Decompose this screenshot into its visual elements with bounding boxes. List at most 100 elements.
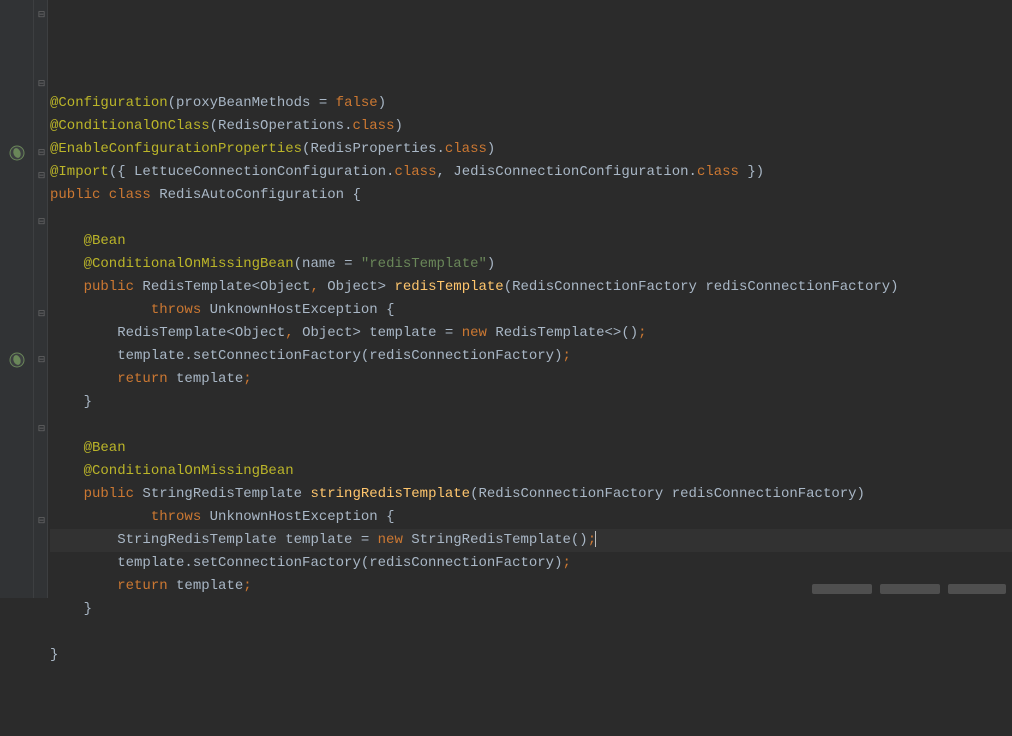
code-token: UnknownHostException (210, 509, 386, 525)
code-token: ({ LettuceConnectionConfiguration. (109, 164, 395, 180)
code-token: { (386, 302, 394, 318)
code-token: ( (168, 95, 176, 111)
code-token: StringRedisTemplate (142, 486, 310, 502)
code-token: name (302, 256, 344, 272)
code-line[interactable]: @ConditionalOnMissingBean (50, 460, 1012, 483)
code-token: class (394, 164, 436, 180)
code-token: ( (294, 256, 302, 272)
code-token: @Configuration (50, 95, 168, 111)
fold-toggle-icon[interactable]: ⊟ (37, 11, 46, 20)
code-line[interactable]: RedisTemplate<Object, Object> template =… (50, 322, 1012, 345)
fold-toggle-icon[interactable]: ⊟ (37, 425, 46, 434)
scrollbar-thumb[interactable] (880, 584, 940, 594)
code-token: @Import (50, 164, 109, 180)
code-token: StringRedisTemplate template = (50, 532, 378, 548)
code-line[interactable]: @Bean (50, 230, 1012, 253)
code-line[interactable]: return template; (50, 368, 1012, 391)
code-token: = (319, 95, 336, 111)
fold-toggle-icon[interactable]: ⊟ (37, 80, 46, 89)
code-token: public (50, 279, 142, 295)
code-token: ; (562, 555, 570, 571)
code-line[interactable]: public StringRedisTemplate stringRedisTe… (50, 483, 1012, 506)
code-token: , (310, 279, 327, 295)
code-line[interactable]: @Import({ LettuceConnectionConfiguration… (50, 161, 1012, 184)
scrollbar-thumb[interactable] (812, 584, 872, 594)
code-line[interactable]: @ConditionalOnMissingBean(name = "redisT… (50, 253, 1012, 276)
code-line[interactable]: } (50, 598, 1012, 621)
code-line[interactable]: } (50, 391, 1012, 414)
fold-toggle-icon[interactable]: ⊟ (37, 218, 46, 227)
code-token: ) (487, 256, 495, 272)
code-token: ; (562, 348, 570, 364)
code-token: Object> (327, 279, 394, 295)
code-token: false (336, 95, 378, 111)
code-token: "redisTemplate" (361, 256, 487, 272)
scrollbar-thumb[interactable] (948, 584, 1006, 594)
code-token: @Bean (50, 440, 126, 456)
code-line[interactable]: public class RedisAutoConfiguration { (50, 184, 1012, 207)
code-token: ; (243, 371, 251, 387)
code-token: @ConditionalOnClass (50, 118, 210, 134)
code-token: class (697, 164, 739, 180)
fold-toggle-icon[interactable]: ⊟ (37, 172, 46, 181)
code-token: class (445, 141, 487, 157)
code-token: RedisAutoConfiguration (159, 187, 352, 203)
code-token: ) (378, 95, 386, 111)
code-line[interactable] (50, 207, 1012, 230)
code-line[interactable]: @EnableConfigurationProperties(RedisProp… (50, 138, 1012, 161)
code-token: return (50, 578, 176, 594)
code-line[interactable]: StringRedisTemplate template = new Strin… (50, 529, 1012, 552)
code-line[interactable]: @ConditionalOnClass(RedisOperations.clas… (50, 115, 1012, 138)
code-token: throws (50, 509, 210, 525)
bean-icon[interactable] (8, 144, 26, 162)
code-token: { (352, 187, 360, 203)
code-line[interactable]: public RedisTemplate<Object, Object> red… (50, 276, 1012, 299)
code-token: ) (487, 141, 495, 157)
code-token: } (50, 394, 92, 410)
code-token: @ConditionalOnMissingBean (50, 256, 294, 272)
code-line[interactable]: template.setConnectionFactory(redisConne… (50, 345, 1012, 368)
code-line[interactable]: template.setConnectionFactory(redisConne… (50, 552, 1012, 575)
fold-toggle-icon[interactable]: ⊟ (37, 149, 46, 158)
code-line[interactable]: @Configuration(proxyBeanMethods = false) (50, 92, 1012, 115)
code-token: { (386, 509, 394, 525)
fold-toggle-icon[interactable]: ⊟ (37, 310, 46, 319)
code-token: , (285, 325, 302, 341)
code-line[interactable]: throws UnknownHostException { (50, 506, 1012, 529)
code-token: @Bean (50, 233, 126, 249)
code-token: = (344, 256, 361, 272)
fold-toggle-icon[interactable]: ⊟ (37, 356, 46, 365)
code-token: , (436, 164, 453, 180)
code-line[interactable]: } (50, 644, 1012, 667)
code-token: template (176, 578, 243, 594)
code-token: @ConditionalOnMissingBean (50, 463, 294, 479)
code-token: (RedisConnectionFactory redisConnectionF… (470, 486, 865, 502)
code-token: UnknownHostException (210, 302, 386, 318)
gutter-icons (0, 0, 34, 598)
code-token: public class (50, 187, 159, 203)
code-line[interactable] (50, 414, 1012, 437)
bean-icon[interactable] (8, 351, 26, 369)
code-token: RedisTemplate<Object (50, 325, 285, 341)
code-token: StringRedisTemplate() (411, 532, 587, 548)
code-token: ; (638, 325, 646, 341)
code-token: new (378, 532, 412, 548)
code-token: RedisTemplate<>() (495, 325, 638, 341)
code-line[interactable]: @Bean (50, 437, 1012, 460)
code-token: public (50, 486, 142, 502)
code-token: (RedisOperations. (210, 118, 353, 134)
code-token: ) (394, 118, 402, 134)
code-line[interactable]: throws UnknownHostException { (50, 299, 1012, 322)
code-token: (RedisProperties. (302, 141, 445, 157)
code-token: template.setConnectionFactory(redisConne… (50, 555, 562, 571)
code-editor[interactable]: @Configuration(proxyBeanMethods = false)… (48, 0, 1012, 598)
code-token: } (50, 601, 92, 617)
code-line[interactable] (50, 621, 1012, 644)
code-token: RedisTemplate<Object (142, 279, 310, 295)
code-token: proxyBeanMethods (176, 95, 319, 111)
code-token: ; (243, 578, 251, 594)
code-token: JedisConnectionConfiguration. (453, 164, 697, 180)
fold-gutter[interactable]: ⊟ ⊟ ⊟ ⊟ ⊟ ⊟ ⊟ ⊟ ⊟ (34, 0, 48, 598)
code-token: }) (739, 164, 764, 180)
fold-toggle-icon[interactable]: ⊟ (37, 517, 46, 526)
